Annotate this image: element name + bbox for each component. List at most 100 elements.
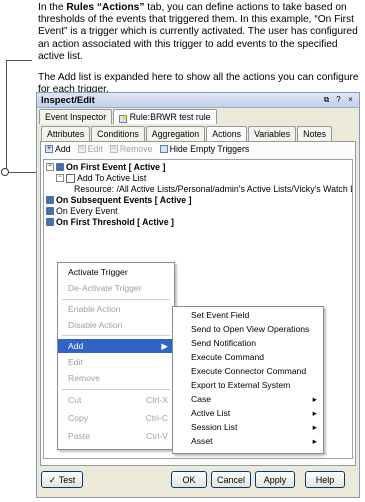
actions-toolbar: + Add ✎ Edit × Remove Hide Empty Triggers xyxy=(45,144,249,154)
collapse-icon[interactable]: − xyxy=(46,163,54,171)
menu-item-add[interactable]: Add ▶ xyxy=(58,339,174,353)
close-icon[interactable]: × xyxy=(346,95,355,105)
tree-node-label: On Every Event xyxy=(56,206,118,216)
context-menu: Activate Trigger De-Activate Trigger Ena… xyxy=(57,262,175,450)
copy-shortcut: Ctrl-C xyxy=(145,413,168,423)
tab-conditions[interactable]: Conditions xyxy=(91,126,145,141)
menu-separator xyxy=(62,389,170,390)
hide-empty-triggers-button[interactable]: Hide Empty Triggers xyxy=(159,144,250,154)
submenu-arrow-icon: ▸ xyxy=(312,394,317,404)
add-icon: + xyxy=(45,145,53,153)
menu-item-paste[interactable]: Paste Ctrl-V xyxy=(58,429,174,443)
tab-rule-label: Rule:BRWR test rule xyxy=(129,112,211,122)
menu-item-deactivate-trigger[interactable]: De-Activate Trigger xyxy=(58,281,174,295)
cancel-button[interactable]: Cancel xyxy=(211,471,251,488)
submenu-item-asset-label: Asset xyxy=(191,436,213,446)
x-icon: × xyxy=(109,145,118,153)
tree-node-resource[interactable]: Resource: /All Active Lists/Personal/adm… xyxy=(74,184,353,194)
caption-text: In the Rules “Actions” tab, you can defi… xyxy=(38,2,360,105)
caption-bold: Rules “Actions” xyxy=(66,2,145,13)
tree-node-label: Add To Active List xyxy=(77,173,147,183)
submenu-item-active-list-label: Active List xyxy=(191,408,231,418)
tab-notes[interactable]: Notes xyxy=(297,126,333,141)
tree-node-add-to-active-list[interactable]: − Add To Active List xyxy=(56,173,146,183)
menu-item-add-label: Add xyxy=(68,341,84,351)
test-button[interactable]: ✓ Test xyxy=(41,471,83,488)
sub-tabs: Attributes Conditions Aggregation Action… xyxy=(41,126,333,141)
trigger-icon xyxy=(56,163,64,171)
add-label: Add xyxy=(55,144,71,154)
tab-event-inspector[interactable]: Event Inspector xyxy=(39,109,113,124)
submenu-item-send-to-open-view[interactable]: Send to Open View Operations xyxy=(173,322,323,336)
top-tabs: Event Inspector ⚡ Rule:BRWR test rule xyxy=(39,109,218,124)
tab-variables[interactable]: Variables xyxy=(248,126,297,141)
tree-node-on-first-threshold[interactable]: On First Threshold [ Active ] xyxy=(46,217,174,227)
menu-item-enable-action[interactable]: Enable Action xyxy=(58,302,174,316)
submenu-arrow-icon: ▸ xyxy=(312,408,317,418)
tree-node-on-every-event[interactable]: On Every Event xyxy=(46,206,118,216)
submenu-item-session-list[interactable]: Session List ▸ xyxy=(173,420,323,434)
callout-line-top xyxy=(6,60,32,61)
menu-item-disable-action[interactable]: Disable Action xyxy=(58,318,174,332)
action-icon xyxy=(66,173,75,183)
tree-node-on-first-event[interactable]: − On First Event [ Active ] xyxy=(46,162,165,172)
caption-paragraph-1: In the Rules “Actions” tab, you can defi… xyxy=(38,2,360,63)
caption-text-a: In the xyxy=(38,2,67,13)
trigger-icon xyxy=(46,218,54,226)
tree-node-label: Resource: /All Active Lists/Personal/adm… xyxy=(74,184,353,194)
submenu-item-execute-command[interactable]: Execute Command xyxy=(173,350,323,364)
tab-rule[interactable]: ⚡ Rule:BRWR test rule xyxy=(113,109,217,124)
ok-button[interactable]: OK xyxy=(171,471,207,488)
submenu-item-case-label: Case xyxy=(191,394,212,404)
tree-node-label: On First Event [ Active ] xyxy=(66,162,166,172)
paste-shortcut: Ctrl-V xyxy=(146,431,168,441)
submenu-arrow-icon: ▶ xyxy=(161,341,168,351)
trigger-icon xyxy=(46,196,54,204)
submenu-item-execute-connector-command[interactable]: Execute Connector Command xyxy=(173,364,323,378)
window-titlebar: Inspect/Edit ⧉ ? × xyxy=(37,93,359,108)
submenu-item-session-list-label: Session List xyxy=(191,422,238,432)
add-button[interactable]: + Add xyxy=(45,144,71,154)
submenu-item-export-to-external-system[interactable]: Export to External System xyxy=(173,378,323,392)
menu-item-paste-label: Paste xyxy=(68,431,90,441)
menu-item-copy[interactable]: Copy Ctrl-C xyxy=(58,411,174,425)
submenu-item-send-notification[interactable]: Send Notification xyxy=(173,336,323,350)
filter-icon xyxy=(159,145,168,153)
help-icon[interactable]: ? xyxy=(334,95,343,105)
restore-icon[interactable]: ⧉ xyxy=(322,95,331,105)
edit-button[interactable]: ✎ Edit xyxy=(77,144,103,154)
callout-line-bottom xyxy=(6,172,36,173)
remove-label: Remove xyxy=(119,144,153,154)
cut-shortcut: Ctrl-X xyxy=(146,395,168,405)
collapse-icon[interactable]: − xyxy=(56,174,64,182)
menu-item-copy-label: Copy xyxy=(68,413,89,423)
callout-dot xyxy=(1,168,9,176)
hide-empty-label: Hide Empty Triggers xyxy=(169,144,250,154)
tab-aggregation[interactable]: Aggregation xyxy=(145,126,206,141)
menu-item-edit[interactable]: Edit xyxy=(58,355,174,369)
menu-item-remove[interactable]: Remove xyxy=(58,371,174,385)
submenu-item-case[interactable]: Case ▸ xyxy=(173,392,323,406)
edit-label: Edit xyxy=(87,144,103,154)
submenu-arrow-icon: ▸ xyxy=(312,436,317,446)
test-label: Test xyxy=(58,475,76,485)
help-button[interactable]: Help xyxy=(305,471,345,488)
window-controls: ⧉ ? × xyxy=(322,95,355,105)
submenu-item-asset[interactable]: Asset ▸ xyxy=(173,434,323,448)
menu-item-activate-trigger[interactable]: Activate Trigger xyxy=(58,265,174,279)
apply-button[interactable]: Apply xyxy=(255,471,295,488)
menu-separator xyxy=(62,299,170,300)
submenu-item-active-list[interactable]: Active List ▸ xyxy=(173,406,323,420)
tree-node-label: On Subsequent Events [ Active ] xyxy=(56,195,192,205)
tree-node-label: On First Threshold [ Active ] xyxy=(56,217,174,227)
tab-attributes[interactable]: Attributes xyxy=(41,126,91,141)
trigger-icon xyxy=(46,207,54,215)
submenu-item-set-event-field[interactable]: Set Event Field xyxy=(173,308,323,322)
tab-actions[interactable]: Actions xyxy=(206,126,248,141)
menu-separator xyxy=(62,335,170,336)
remove-button[interactable]: × Remove xyxy=(109,144,153,154)
submenu-arrow-icon: ▸ xyxy=(312,422,317,432)
add-submenu: Set Event Field Send to Open View Operat… xyxy=(172,306,324,454)
menu-item-cut[interactable]: Cut Ctrl-X xyxy=(58,393,174,407)
tree-node-on-subsequent-events[interactable]: On Subsequent Events [ Active ] xyxy=(46,195,192,205)
